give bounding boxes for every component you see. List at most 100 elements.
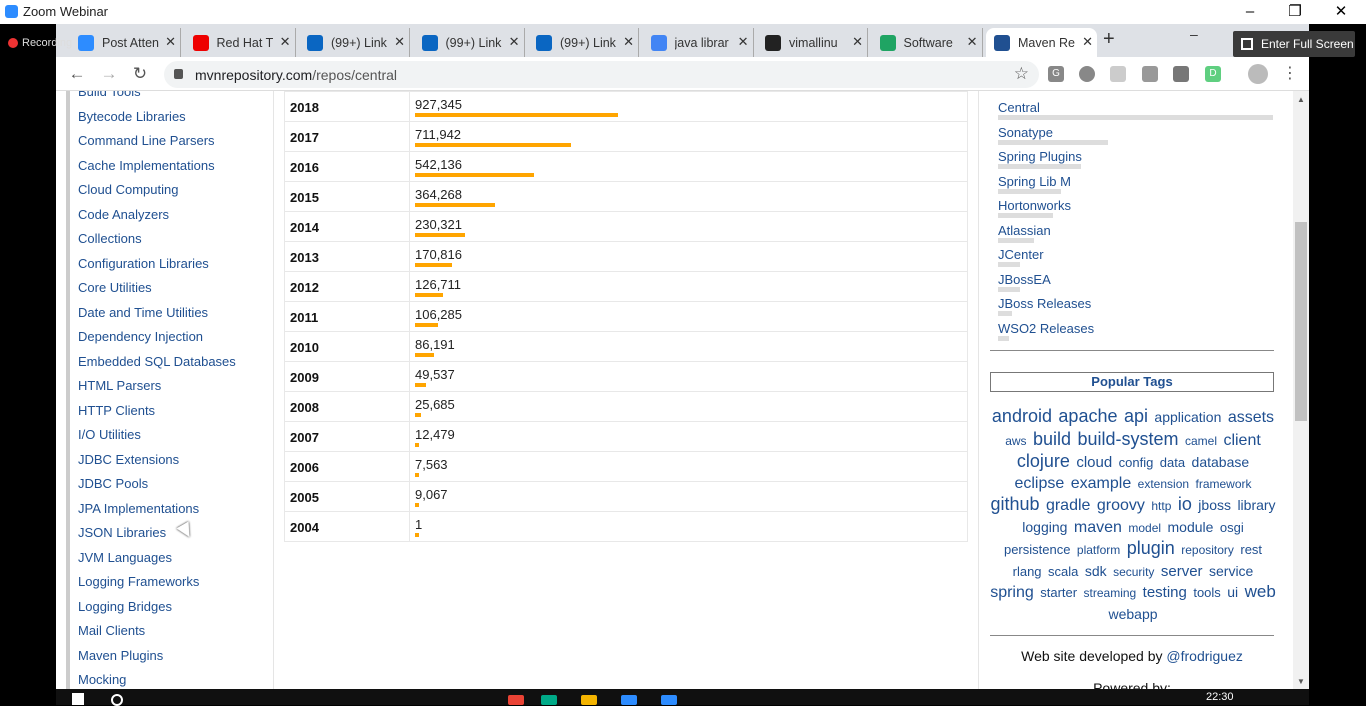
sidebar-category-link[interactable]: Cloud Computing [78,182,178,197]
browser-tab[interactable]: (99+) Link ✕ [528,28,639,57]
sidebar-category-link[interactable]: HTTP Clients [78,403,155,418]
extension-g-icon[interactable]: G [1048,66,1064,82]
browser-tab[interactable]: (99+) Link ✕ [414,28,525,57]
tag-link[interactable]: api [1124,406,1148,426]
tag-link[interactable]: starter [1040,585,1077,600]
sidebar-category-link[interactable]: Logging Frameworks [78,574,199,589]
browser-tab[interactable]: (99+) Link ✕ [299,28,410,57]
tag-link[interactable]: application [1154,409,1221,425]
extension-edit-icon[interactable] [1173,66,1189,82]
profile-avatar[interactable] [1248,64,1268,84]
tag-link[interactable]: camel [1185,434,1217,448]
sidebar-category-link[interactable]: Collections [78,231,142,246]
sidebar-category-link[interactable]: Dependency Injection [78,329,203,344]
sidebar-category-link[interactable]: Code Analyzers [78,207,169,222]
tag-link[interactable]: config [1119,455,1154,470]
tab-close-icon[interactable]: ✕ [280,34,291,50]
tag-link[interactable]: webapp [1108,606,1157,622]
tag-link[interactable]: build [1033,429,1071,449]
tag-link[interactable]: android [992,406,1052,426]
repository-link[interactable]: JBoss Releases [998,296,1091,311]
tag-link[interactable]: library [1237,497,1275,513]
extension-circle-icon[interactable] [1079,66,1095,82]
extension-p-icon[interactable] [1110,66,1126,82]
browser-minimize-icon[interactable]: – [1190,26,1198,42]
tag-link[interactable]: testing [1143,584,1187,601]
windows-start-icon[interactable] [72,693,84,705]
tag-link[interactable]: plugin [1127,538,1175,558]
tag-link[interactable]: web [1245,582,1276,601]
tag-link[interactable]: data [1160,455,1185,470]
tag-link[interactable]: server [1161,563,1203,580]
repository-link[interactable]: WSO2 Releases [998,321,1094,336]
tag-link[interactable]: osgi [1220,520,1244,535]
tag-link[interactable]: github [990,494,1039,514]
sidebar-category-link[interactable]: Build Tools [78,91,141,99]
reload-icon[interactable]: ↻ [129,63,151,85]
mail-taskbar-icon[interactable] [621,695,637,705]
repository-link[interactable]: Spring Lib M [998,174,1071,189]
sidebar-category-link[interactable]: I/O Utilities [78,427,141,442]
tag-link[interactable]: client [1223,432,1260,449]
tag-link[interactable]: logging [1022,519,1067,535]
tab-close-icon[interactable]: ✕ [165,34,176,50]
scroll-thumb[interactable] [1295,222,1307,421]
sidebar-category-link[interactable]: Core Utilities [78,280,152,295]
tab-close-icon[interactable]: ✕ [509,34,520,50]
close-icon[interactable]: ✕ [1318,1,1364,23]
browser-tab[interactable]: Software ✕ [872,28,983,57]
browser-tab[interactable]: Maven Re ✕ [986,28,1097,57]
tag-link[interactable]: service [1209,563,1253,579]
tag-link[interactable]: persistence [1004,542,1070,557]
repository-link[interactable]: Atlassian [998,223,1051,238]
forward-icon[interactable]: → [98,63,120,85]
sidebar-category-link[interactable]: Cache Implementations [78,158,215,173]
tab-close-icon[interactable]: ✕ [394,34,405,50]
sidebar-category-link[interactable]: Embedded SQL Databases [78,354,236,369]
sidebar-category-link[interactable]: HTML Parsers [78,378,161,393]
tab-close-icon[interactable]: ✕ [1082,34,1093,50]
tab-close-icon[interactable]: ✕ [967,34,978,50]
tag-link[interactable]: aws [1005,434,1026,448]
tag-link[interactable]: sdk [1085,563,1107,579]
sidebar-category-link[interactable]: Mocking [78,672,126,687]
tag-link[interactable]: http [1151,499,1171,513]
tag-link[interactable]: extension [1138,477,1189,491]
taskbar-search-icon[interactable] [111,694,123,706]
repository-link[interactable]: JCenter [998,247,1044,262]
menu-kebab-icon[interactable]: ⋮ [1279,63,1301,85]
minimize-icon[interactable]: – [1227,1,1273,23]
tag-link[interactable]: model [1128,521,1161,535]
tag-link[interactable]: database [1192,454,1250,470]
sidebar-category-link[interactable]: JDBC Extensions [78,452,179,467]
restore-icon[interactable]: ❐ [1272,1,1318,23]
new-tab-icon[interactable]: + [1103,28,1115,51]
sidebar-category-link[interactable]: Configuration Libraries [78,256,209,271]
tag-link[interactable]: framework [1196,477,1252,491]
repository-link[interactable]: Sonatype [998,125,1053,140]
tag-link[interactable]: eclipse [1014,475,1064,492]
tag-link[interactable]: ui [1227,584,1238,600]
tag-link[interactable]: build-system [1077,429,1178,449]
tag-link[interactable]: clojure [1017,451,1070,471]
sidebar-category-link[interactable]: Date and Time Utilities [78,305,208,320]
scroll-up-icon[interactable]: ▲ [1297,95,1305,104]
zoom-taskbar-icon[interactable] [661,695,677,705]
sidebar-category-link[interactable]: Maven Plugins [78,648,163,663]
enter-full-screen-button[interactable]: Enter Full Screen [1233,31,1355,57]
tag-link[interactable]: module [1168,519,1214,535]
page-scrollbar[interactable]: ▲ ▼ [1293,91,1309,689]
repository-link[interactable]: Central [998,100,1040,115]
tag-link[interactable]: cloud [1076,454,1112,471]
tag-link[interactable]: gradle [1046,497,1090,514]
browser-tab[interactable]: Red Hat T ✕ [185,28,296,57]
chrome-taskbar-icon[interactable] [508,695,524,705]
sidebar-category-link[interactable]: Logging Bridges [78,599,172,614]
tag-link[interactable]: repository [1181,543,1234,557]
tag-link[interactable]: groovy [1097,497,1145,514]
extension-b-icon[interactable] [1142,66,1158,82]
tab-close-icon[interactable]: ✕ [738,34,749,50]
tab-close-icon[interactable]: ✕ [852,34,863,50]
browser-tab[interactable]: java librar ✕ [643,28,754,57]
tag-link[interactable]: apache [1058,406,1117,426]
